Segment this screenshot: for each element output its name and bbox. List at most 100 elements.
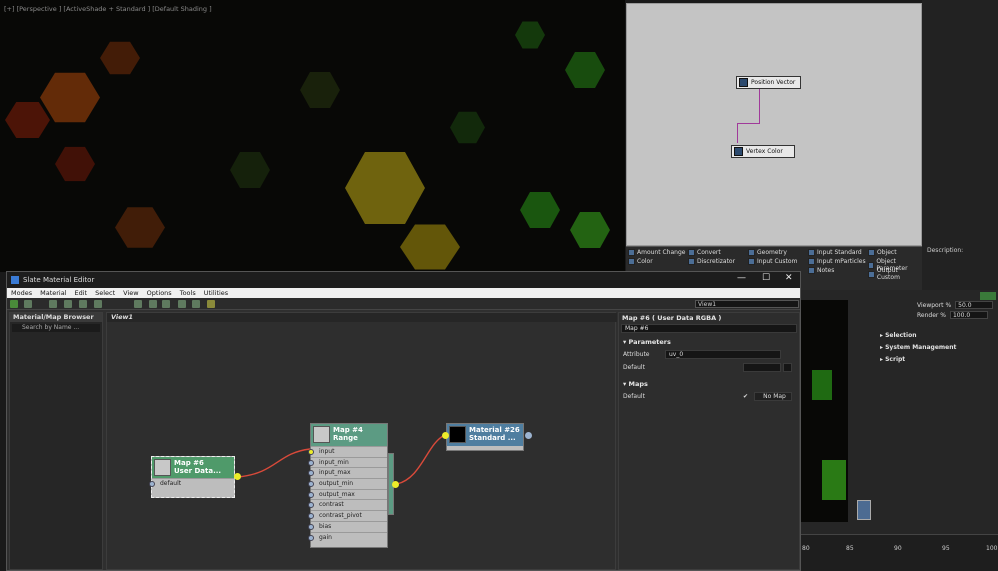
maps-default-checkbox[interactable]: ✔: [743, 393, 748, 400]
menu-select[interactable]: Select: [95, 289, 115, 297]
input-port-icon[interactable]: [149, 481, 155, 487]
eyedropper-icon[interactable]: [24, 300, 32, 308]
node-view-canvas[interactable]: View1 Map #6 User Data... default Map #4 R…: [106, 312, 617, 570]
depot-item-label: Geometry: [757, 249, 787, 256]
depot-item[interactable]: Geometry: [748, 249, 787, 256]
depot-item[interactable]: Input Standard: [808, 249, 862, 256]
bokeh-hex: [570, 212, 610, 248]
view-dropdown[interactable]: View1: [695, 300, 799, 308]
rollout-system-management[interactable]: ▸ System Management: [880, 344, 956, 351]
output-port-icon[interactable]: [234, 473, 241, 480]
minimize-icon[interactable]: —: [737, 273, 746, 283]
move-children-icon[interactable]: [79, 300, 87, 308]
unique-icon[interactable]: [94, 300, 102, 308]
depot-item[interactable]: Output Custom: [868, 267, 922, 281]
node-map4-range[interactable]: Map #4 Range input input_min input_max ou…: [308, 423, 388, 548]
depot-item[interactable]: Input mParticles: [808, 258, 866, 265]
browser-search-input[interactable]: Search by Name ...: [12, 324, 100, 332]
rollout-selection[interactable]: ▸ Selection: [880, 332, 917, 339]
depot-item[interactable]: Color: [628, 258, 653, 265]
bokeh-hex: [230, 152, 270, 188]
render-percent-field[interactable]: Render % 100.0: [917, 311, 988, 319]
node-header[interactable]: Map #6 User Data...: [152, 457, 234, 478]
field-value[interactable]: 100.0: [949, 311, 988, 319]
input-port-icon[interactable]: [308, 534, 314, 541]
menu-edit[interactable]: Edit: [75, 289, 88, 297]
default-map-button[interactable]: [783, 363, 792, 372]
time-slider[interactable]: 80 85 90 95 100: [800, 534, 998, 571]
rollout-maps[interactable]: ▾ Maps: [623, 380, 648, 388]
port-default[interactable]: default: [149, 478, 234, 489]
menu-material[interactable]: Material: [40, 289, 66, 297]
background-icon[interactable]: [192, 300, 200, 308]
assign-material-icon[interactable]: [49, 300, 57, 308]
no-map-button[interactable]: No Map: [754, 392, 792, 401]
port-output-min[interactable]: output_min: [308, 478, 387, 489]
map-name-field[interactable]: Map #6: [621, 324, 797, 333]
node-title: Map #4: [333, 426, 363, 434]
depot-item[interactable]: Amount Change: [628, 249, 685, 256]
depot-item[interactable]: Discretizator: [688, 258, 735, 265]
input-port-icon[interactable]: [308, 502, 314, 509]
port-contrast-pivot[interactable]: contrast_pivot: [308, 510, 387, 521]
depot-item[interactable]: Convert: [688, 249, 721, 256]
port-bias[interactable]: bias: [308, 520, 387, 532]
layout-children-icon[interactable]: [162, 300, 170, 308]
input-port-icon[interactable]: [308, 459, 314, 466]
show-map-icon[interactable]: [134, 300, 142, 308]
toolbar: [7, 298, 800, 310]
port-input-max[interactable]: input_max: [308, 467, 387, 478]
input-port-icon[interactable]: [308, 523, 314, 530]
port-input-min[interactable]: input_min: [308, 456, 387, 468]
depot-item[interactable]: Input Custom: [748, 258, 797, 265]
menu-options[interactable]: Options: [147, 289, 172, 297]
operator-icon: [808, 267, 815, 274]
node-map6-user-data[interactable]: Map #6 User Data... default: [149, 456, 235, 498]
viewport-label[interactable]: [+] [Perspective ] [ActiveShade + Standa…: [4, 5, 212, 13]
menu-utilities[interactable]: Utilities: [204, 289, 228, 297]
depot-item[interactable]: Notes: [808, 267, 834, 274]
active-shade-viewport[interactable]: [+] [Perspective ] [ActiveShade + Standa…: [0, 0, 625, 272]
input-port-icon[interactable]: [442, 432, 449, 439]
node-header[interactable]: Material #26 Standard ...: [447, 424, 523, 446]
input-port-icon[interactable]: [308, 470, 314, 477]
output-port-icon[interactable]: [525, 432, 532, 439]
rollout-script[interactable]: ▸ Script: [880, 356, 905, 363]
layout-icon[interactable]: [149, 300, 157, 308]
delete-icon[interactable]: [64, 300, 72, 308]
menu-view[interactable]: View: [123, 289, 138, 297]
viewport-percent-field[interactable]: Viewport % 50.0: [917, 301, 994, 309]
scroll-thumb[interactable]: [857, 500, 871, 520]
input-port-icon[interactable]: [308, 449, 314, 455]
field-value[interactable]: 50.0: [955, 301, 994, 309]
search-tool-icon[interactable]: [207, 300, 215, 308]
map-preview-swatch: [154, 459, 171, 476]
close-icon[interactable]: ✕: [785, 273, 793, 283]
graph-node-vertex-color[interactable]: Vertex Color: [731, 145, 795, 158]
hide-unused-icon[interactable]: [178, 300, 186, 308]
input-port-icon[interactable]: [308, 481, 314, 488]
port-input[interactable]: input: [308, 446, 387, 457]
node-title: Map #6: [174, 459, 204, 467]
depot-item[interactable]: Object: [868, 249, 897, 256]
input-port-icon[interactable]: [308, 491, 314, 498]
port-output-max[interactable]: output_max: [308, 488, 387, 500]
default-color-swatch[interactable]: [743, 363, 781, 372]
menu-tools[interactable]: Tools: [180, 289, 196, 297]
graph-node-position-vector[interactable]: Position Vector: [736, 76, 801, 89]
node-material26-standard[interactable]: Material #26 Standard ...: [446, 423, 524, 451]
window-title-bar[interactable]: Slate Material Editor: [7, 272, 800, 288]
node-header[interactable]: Map #4 Range: [311, 424, 387, 446]
output-port-icon[interactable]: [392, 481, 399, 488]
rollout-label: System Management: [885, 344, 957, 351]
port-contrast[interactable]: contrast: [308, 499, 387, 510]
particle-view-graph[interactable]: Position Vector Vertex Color: [626, 3, 922, 246]
attribute-input[interactable]: uv_0: [665, 350, 781, 359]
port-gain[interactable]: gain: [308, 531, 387, 543]
menu-modes[interactable]: Modes: [11, 289, 32, 297]
input-port-icon[interactable]: [308, 513, 314, 520]
toggle-button[interactable]: [980, 292, 996, 300]
maximize-icon[interactable]: ☐: [762, 273, 770, 283]
rollout-parameters[interactable]: ▾ Parameters: [623, 338, 671, 346]
select-tool-icon[interactable]: [10, 300, 18, 308]
